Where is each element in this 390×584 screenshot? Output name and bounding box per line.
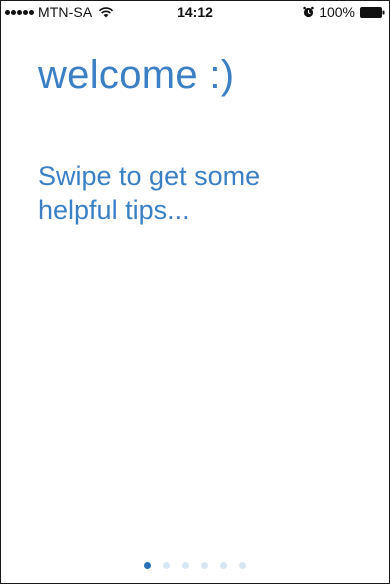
- page-dot[interactable]: [201, 562, 208, 569]
- page-indicator[interactable]: [1, 562, 389, 569]
- page-dot-active[interactable]: [144, 562, 151, 569]
- page-dot[interactable]: [239, 562, 246, 569]
- battery-icon: [360, 6, 385, 18]
- tips-line-2: helpful tips...: [38, 195, 190, 225]
- page-dot[interactable]: [163, 562, 170, 569]
- page-dot[interactable]: [220, 562, 227, 569]
- welcome-title: welcome :): [38, 53, 235, 97]
- alarm-icon: [303, 6, 314, 18]
- app-screen[interactable]: MTN-SA 14:12 100% welcome :) Swipe to ge…: [0, 0, 390, 584]
- status-right: 100%: [303, 4, 385, 20]
- tips-text: Swipe to get some helpful tips...: [38, 159, 338, 227]
- status-bar: MTN-SA 14:12 100%: [1, 1, 389, 21]
- tips-line-1: Swipe to get some: [38, 161, 261, 191]
- page-dot[interactable]: [182, 562, 189, 569]
- battery-percent: 100%: [319, 4, 355, 20]
